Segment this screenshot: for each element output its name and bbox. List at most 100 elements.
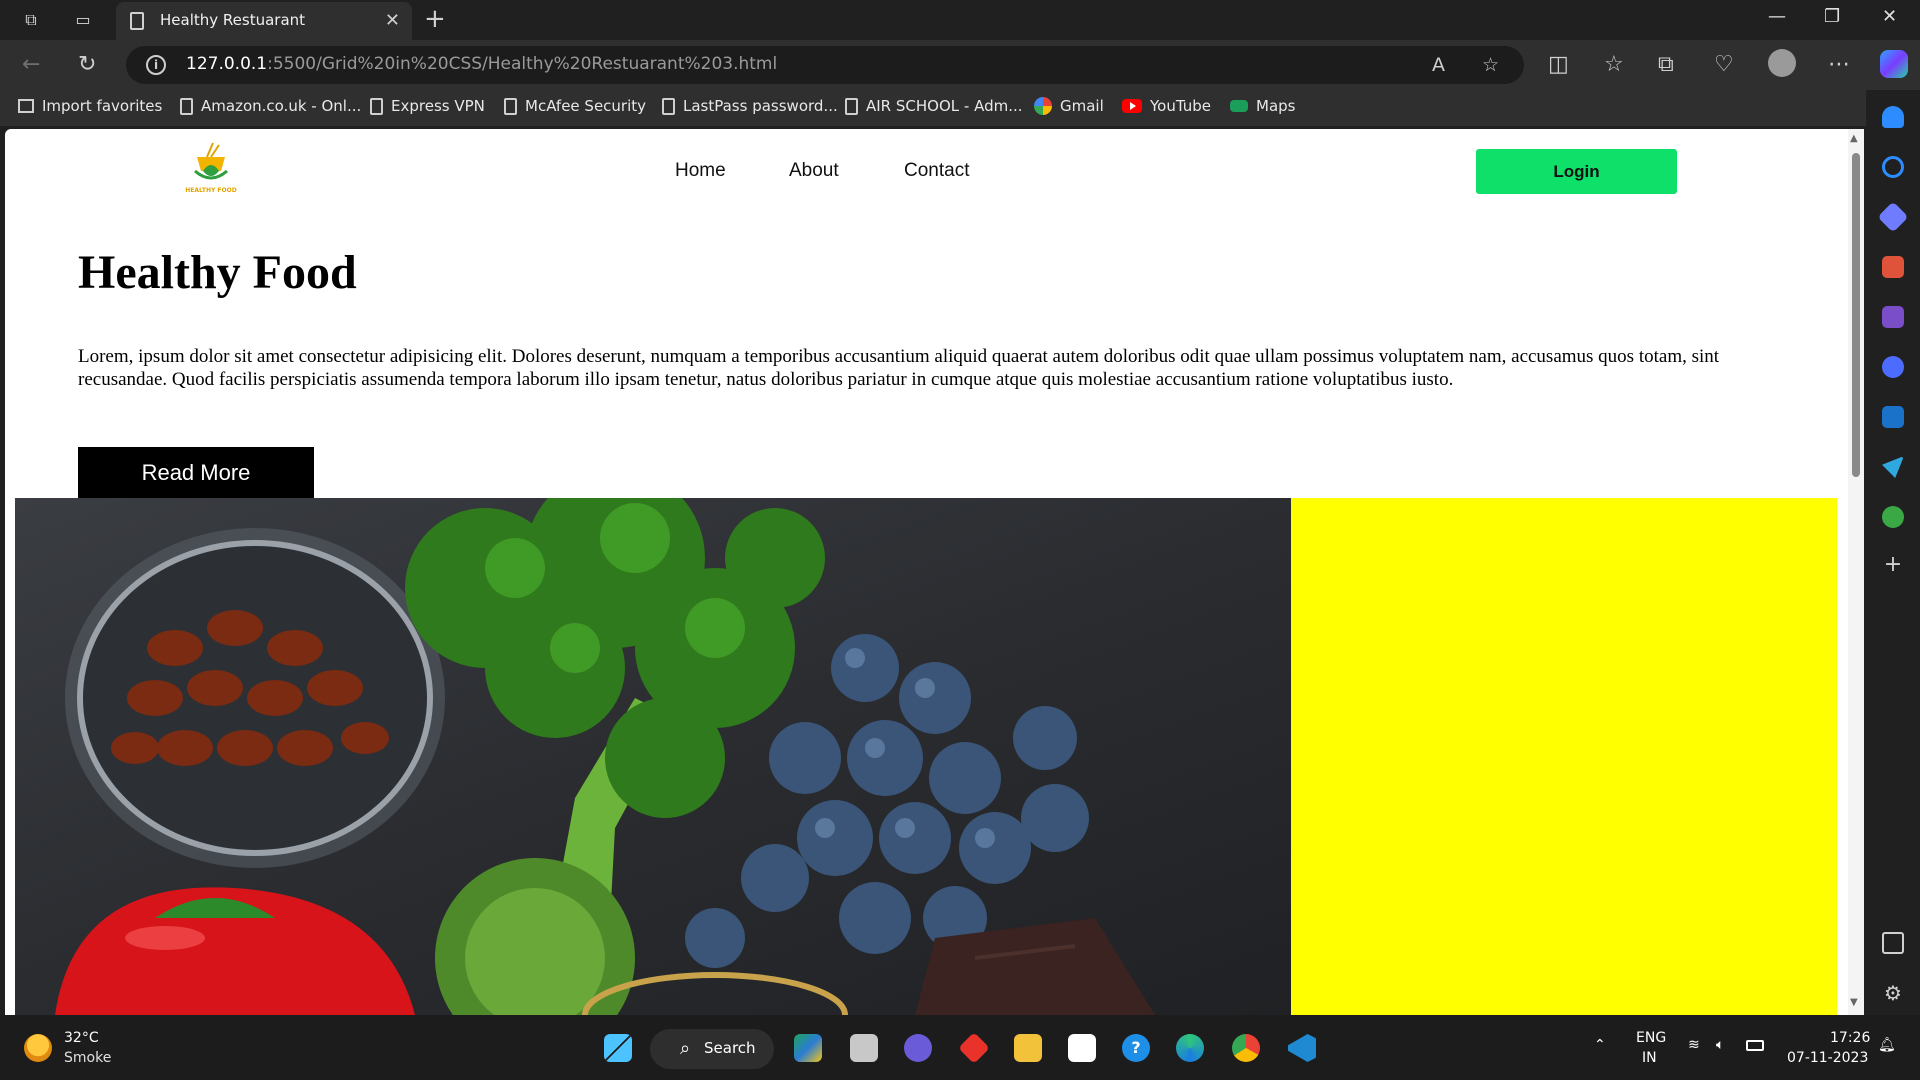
browser-tab[interactable]: Healthy Restuarant ✕	[116, 2, 412, 40]
add-icon[interactable]: +	[1882, 554, 1904, 576]
profile-avatar[interactable]	[1768, 49, 1796, 77]
favorite-label: Import favorites	[42, 97, 163, 115]
page-scrollbar[interactable]: ▲ ▼	[1848, 129, 1864, 1015]
food-illustration	[55, 498, 1155, 1015]
login-button[interactable]: Login	[1476, 149, 1677, 194]
back-icon[interactable]: ←	[22, 52, 40, 77]
refresh-icon[interactable]: ↻	[78, 52, 96, 77]
vscode-icon[interactable]	[1288, 1034, 1316, 1062]
volume-icon[interactable]: 🔈︎	[1716, 1037, 1724, 1053]
favorite-maps[interactable]: Maps	[1230, 97, 1295, 115]
read-aloud-icon[interactable]: A	[1432, 54, 1445, 76]
browser-essentials-icon[interactable]: ♡	[1714, 52, 1734, 77]
app-diamond-icon[interactable]	[958, 1032, 990, 1064]
get-help-icon[interactable]: ?	[1122, 1034, 1150, 1062]
workspaces-icon[interactable]: ⧉	[20, 10, 42, 30]
hero-title: Healthy Food	[78, 246, 357, 299]
windows-start-icon[interactable]	[604, 1034, 632, 1062]
microsoft-store-icon[interactable]	[1068, 1034, 1096, 1062]
search-icon[interactable]	[1882, 156, 1904, 178]
copilot-icon[interactable]	[1880, 50, 1908, 78]
tools-briefcase-icon[interactable]	[1882, 256, 1904, 278]
page-icon	[662, 97, 675, 115]
chrome-icon[interactable]	[1232, 1034, 1260, 1062]
new-tab-icon[interactable]: +	[424, 4, 446, 34]
favorite-lastpass[interactable]: LastPass password...	[662, 97, 838, 115]
send-icon[interactable]	[1882, 456, 1904, 478]
favorite-label: YouTube	[1150, 97, 1211, 115]
notification-bell-icon[interactable]	[1882, 106, 1904, 128]
search-label: Search	[704, 1039, 756, 1057]
games-icon[interactable]	[1882, 306, 1904, 328]
site-logo[interactable]: HEALTHY FOOD	[183, 141, 239, 201]
search-icon: ⌕	[680, 1038, 691, 1059]
page-icon	[130, 12, 144, 30]
language-bottom[interactable]: IN	[1642, 1050, 1657, 1066]
favorite-amazon[interactable]: Amazon.co.uk - Onl...	[180, 97, 361, 115]
address-bar[interactable]: i 127.0.0.1:5500/Grid%20in%20CSS/Healthy…	[126, 46, 1524, 84]
weather-temp[interactable]: 32°C	[64, 1030, 99, 1046]
battery-icon[interactable]	[1746, 1040, 1764, 1051]
favorite-youtube[interactable]: YouTube	[1122, 97, 1211, 115]
copilot-preview-icon[interactable]	[794, 1034, 822, 1062]
browser-title-bar: ⧉ ▭ Healthy Restuarant ✕ + — ❐ ✕	[0, 0, 1920, 40]
favorite-air-school[interactable]: AIR SCHOOL - Adm...	[845, 97, 1023, 115]
split-screen-icon[interactable]: ◫	[1548, 52, 1569, 77]
browser-toolbar: ← ↻ i 127.0.0.1:5500/Grid%20in%20CSS/Hea…	[0, 40, 1920, 90]
edge-browser-icon[interactable]	[1176, 1034, 1204, 1062]
teams-chat-icon[interactable]	[904, 1034, 932, 1062]
tab-actions-icon[interactable]: ▭	[72, 10, 94, 30]
favorite-express-vpn[interactable]: Express VPN	[370, 97, 485, 115]
weather-desc[interactable]: Smoke	[64, 1050, 111, 1066]
favorite-label: Amazon.co.uk - Onl...	[201, 97, 362, 115]
outlook-icon[interactable]	[1882, 406, 1904, 428]
nav-about[interactable]: About	[789, 160, 839, 182]
page-icon	[845, 97, 858, 115]
site-info-icon[interactable]: i	[146, 55, 166, 75]
favorite-star-icon[interactable]: ☆	[1482, 54, 1499, 76]
nav-contact[interactable]: Contact	[904, 160, 969, 182]
scroll-up-icon[interactable]: ▲	[1850, 133, 1858, 144]
favorite-import[interactable]: Import favorites	[18, 97, 162, 115]
favorite-label: AIR SCHOOL - Adm...	[866, 97, 1023, 115]
collections-icon[interactable]: ⧉	[1658, 52, 1674, 77]
minimize-icon[interactable]: —	[1768, 6, 1786, 27]
scroll-down-icon[interactable]: ▼	[1850, 997, 1858, 1008]
import-icon	[18, 99, 34, 113]
url-text[interactable]: 127.0.0.1:5500/Grid%20in%20CSS/Healthy%2…	[186, 54, 777, 74]
taskbar-search[interactable]: ⌕ Search	[650, 1029, 774, 1069]
read-more-button[interactable]: Read More	[78, 447, 314, 498]
favorite-mcafee[interactable]: McAfee Security	[504, 97, 646, 115]
favorite-label: LastPass password...	[683, 97, 838, 115]
youtube-icon	[1122, 99, 1142, 113]
scroll-thumb[interactable]	[1852, 153, 1860, 477]
page-icon	[370, 97, 383, 115]
restore-icon[interactable]: ❐	[1824, 6, 1840, 27]
nav-home[interactable]: Home	[675, 160, 726, 182]
clock-time[interactable]: 17:26	[1830, 1030, 1870, 1046]
more-options-icon[interactable]: ⋯	[1828, 52, 1850, 77]
hide-sidebar-icon[interactable]	[1882, 932, 1904, 954]
favorite-label: Express VPN	[391, 97, 485, 115]
close-tab-icon[interactable]: ✕	[385, 10, 400, 31]
clock-date[interactable]: 07-11-2023	[1787, 1050, 1868, 1066]
language-top[interactable]: ENG	[1636, 1030, 1666, 1046]
favorite-gmail[interactable]: Gmail	[1034, 97, 1104, 115]
shopping-tag-icon[interactable]	[1877, 201, 1909, 233]
url-path: :5500/Grid%20in%20CSS/Healthy%20Restuara…	[267, 54, 778, 74]
wifi-icon[interactable]: ≋	[1688, 1037, 1700, 1053]
site-header: HEALTHY FOOD Home About Contact Login	[5, 129, 1848, 219]
show-hidden-icons-icon[interactable]: ⌃	[1594, 1037, 1606, 1053]
settings-gear-icon[interactable]: ⚙	[1882, 982, 1904, 1004]
taskbar: 32°C Smoke ⌕ Search ? ⌃ ENG IN ≋ 🔈︎ 17:2…	[0, 1015, 1920, 1080]
file-explorer-icon[interactable]	[1014, 1034, 1042, 1062]
task-view-icon[interactable]	[850, 1034, 878, 1062]
copilot-sidebar-icon[interactable]	[1882, 356, 1904, 378]
maps-icon	[1230, 100, 1248, 112]
close-window-icon[interactable]: ✕	[1882, 6, 1897, 27]
edge-sidebar: + ⚙	[1866, 90, 1920, 1015]
weather-sun-icon[interactable]	[24, 1034, 52, 1062]
notification-icon[interactable]: 🔔︎	[1878, 1037, 1896, 1053]
favorites-icon[interactable]: ☆	[1604, 52, 1624, 77]
tree-icon[interactable]	[1882, 506, 1904, 528]
